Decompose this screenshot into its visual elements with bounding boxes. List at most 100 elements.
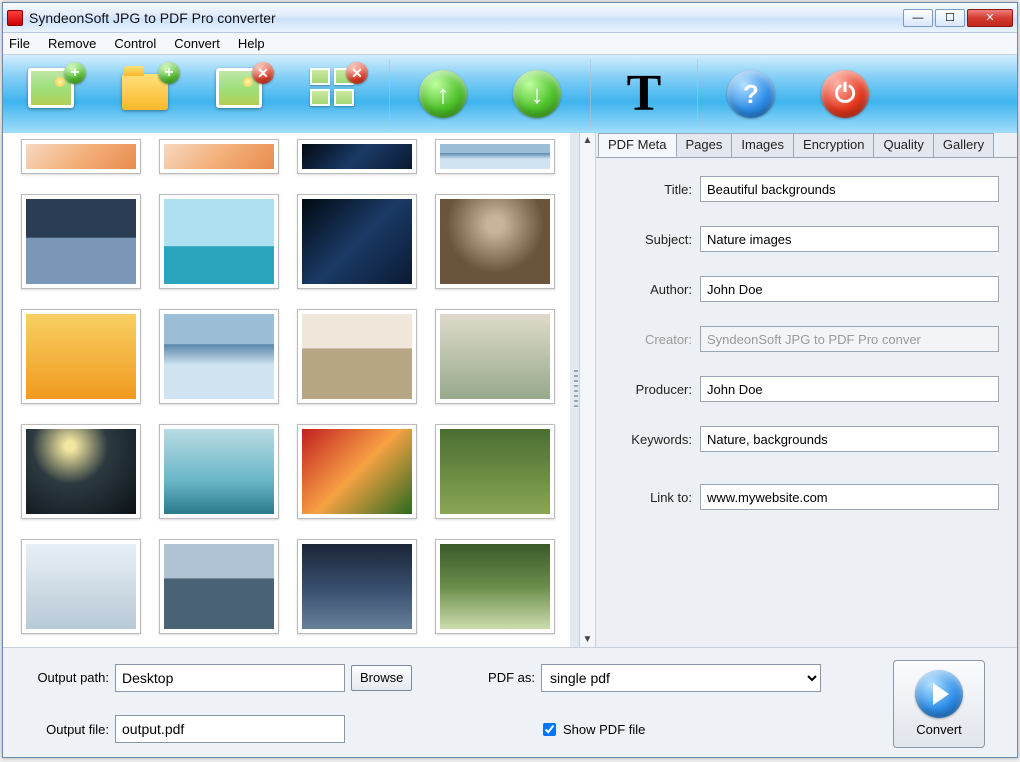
separator <box>697 59 698 129</box>
separator <box>590 59 591 129</box>
output-file-input[interactable] <box>115 715 345 743</box>
exit-button[interactable]: ⏻ <box>800 59 890 129</box>
browse-button[interactable]: Browse <box>351 665 412 691</box>
thumbnail[interactable] <box>435 424 555 519</box>
pdf-as-label: PDF as: <box>477 670 535 685</box>
subject-input[interactable] <box>700 226 999 252</box>
menu-help[interactable]: Help <box>238 36 265 51</box>
creator-input <box>700 326 999 352</box>
show-pdf-label: Show PDF file <box>563 722 645 737</box>
thumbnail[interactable] <box>159 309 279 404</box>
titlebar: SyndeonSoft JPG to PDF Pro converter — ☐… <box>3 3 1017 33</box>
thumbnail[interactable] <box>21 424 141 519</box>
thumbnail[interactable] <box>21 539 141 634</box>
thumbnail[interactable] <box>159 424 279 519</box>
link-label: Link to: <box>610 490 692 505</box>
maximize-button[interactable]: ☐ <box>935 9 965 27</box>
remove-image-button[interactable]: ✕ <box>197 59 287 129</box>
remove-all-button[interactable]: ✕ <box>291 59 381 129</box>
thumbnail[interactable] <box>297 194 417 289</box>
output-path-label: Output path: <box>17 670 109 685</box>
field-link: Link to: <box>610 484 999 510</box>
move-up-button[interactable]: ↑ <box>398 59 488 129</box>
move-down-button[interactable]: ↓ <box>492 59 582 129</box>
title-label: Title: <box>610 182 692 197</box>
plus-badge-icon: + <box>64 62 86 84</box>
field-title: Title: <box>610 176 999 202</box>
output-file-row: Output file: <box>17 714 447 744</box>
menu-remove[interactable]: Remove <box>48 36 96 51</box>
creator-label: Creator: <box>610 332 692 347</box>
thumbnail[interactable] <box>159 194 279 289</box>
arrow-down-icon: ↓ <box>513 70 561 118</box>
tab-bar: PDF Meta Pages Images Encryption Quality… <box>596 133 1017 157</box>
thumbnail[interactable] <box>159 139 279 174</box>
author-label: Author: <box>610 282 692 297</box>
thumbnail[interactable] <box>435 139 555 174</box>
thumbnail[interactable] <box>297 309 417 404</box>
app-window: SyndeonSoft JPG to PDF Pro converter — ☐… <box>2 2 1018 758</box>
link-input[interactable] <box>700 484 999 510</box>
show-pdf-row: Show PDF file <box>477 714 863 744</box>
tab-body: Title: Subject: Author: Creator: Produce… <box>596 157 1017 647</box>
keywords-input[interactable] <box>700 426 999 452</box>
window-title: SyndeonSoft JPG to PDF Pro converter <box>29 10 901 26</box>
field-producer: Producer: <box>610 376 999 402</box>
field-creator: Creator: <box>610 326 999 352</box>
thumbnail[interactable] <box>297 539 417 634</box>
thumbnail[interactable] <box>435 309 555 404</box>
tab-pdf-meta[interactable]: PDF Meta <box>598 133 677 157</box>
text-icon: T <box>627 70 662 118</box>
thumbnail-grid[interactable] <box>3 133 573 647</box>
output-file-label: Output file: <box>17 722 109 737</box>
thumbnail[interactable] <box>435 194 555 289</box>
close-button[interactable]: ✕ <box>967 9 1013 27</box>
thumbnail[interactable] <box>435 539 555 634</box>
title-input[interactable] <box>700 176 999 202</box>
pdf-as-select[interactable]: single pdf <box>541 664 821 692</box>
separator <box>389 59 390 129</box>
menu-file[interactable]: File <box>9 36 30 51</box>
author-input[interactable] <box>700 276 999 302</box>
producer-input[interactable] <box>700 376 999 402</box>
help-icon: ? <box>727 70 775 118</box>
thumbnail[interactable] <box>21 309 141 404</box>
pdf-as-row: PDF as: single pdf <box>477 663 863 693</box>
minimize-button[interactable]: — <box>903 9 933 27</box>
scroll-down-icon[interactable]: ▼ <box>583 634 593 645</box>
tab-encryption[interactable]: Encryption <box>793 133 874 157</box>
right-pane: PDF Meta Pages Images Encryption Quality… <box>595 133 1017 647</box>
keywords-label: Keywords: <box>610 432 692 447</box>
text-button[interactable]: T <box>599 59 689 129</box>
tab-quality[interactable]: Quality <box>873 133 933 157</box>
thumbnail[interactable] <box>21 139 141 174</box>
app-icon <box>7 10 23 26</box>
field-author: Author: <box>610 276 999 302</box>
field-keywords: Keywords: <box>610 426 999 452</box>
add-folder-button[interactable]: + <box>103 59 193 129</box>
producer-label: Producer: <box>610 382 692 397</box>
output-path-row: Output path: Browse <box>17 663 447 693</box>
menu-control[interactable]: Control <box>114 36 156 51</box>
plus-badge-icon: + <box>158 62 180 84</box>
tab-images[interactable]: Images <box>731 133 794 157</box>
thumbnail[interactable] <box>21 194 141 289</box>
help-button[interactable]: ? <box>706 59 796 129</box>
add-image-button[interactable]: + <box>9 59 99 129</box>
convert-label: Convert <box>916 722 962 737</box>
play-icon <box>915 670 963 718</box>
output-path-input[interactable] <box>115 664 345 692</box>
thumbnail[interactable] <box>297 424 417 519</box>
subject-label: Subject: <box>610 232 692 247</box>
bottom-bar: Output path: Browse PDF as: single pdf C… <box>3 647 1017 757</box>
menu-convert[interactable]: Convert <box>174 36 220 51</box>
tab-gallery[interactable]: Gallery <box>933 133 994 157</box>
field-subject: Subject: <box>610 226 999 252</box>
convert-button[interactable]: Convert <box>893 660 985 748</box>
tab-pages[interactable]: Pages <box>676 133 733 157</box>
toolbar: + + ✕ ✕ ↑ ↓ <box>3 55 1017 133</box>
scroll-up-icon[interactable]: ▲ <box>583 135 593 146</box>
thumbnail[interactable] <box>159 539 279 634</box>
thumbnail[interactable] <box>297 139 417 174</box>
show-pdf-checkbox[interactable] <box>543 723 556 736</box>
